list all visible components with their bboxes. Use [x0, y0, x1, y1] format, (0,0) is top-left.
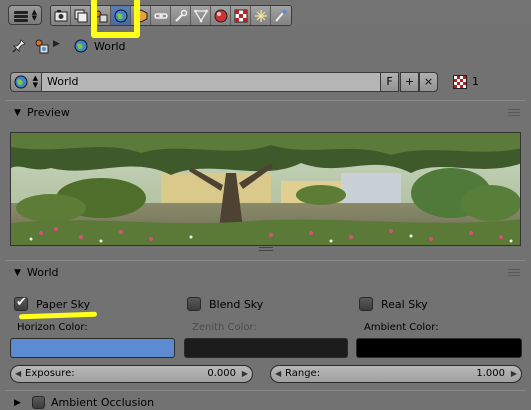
pin-icon[interactable] — [12, 39, 26, 53]
horizon-color-label: Horizon Color: — [17, 322, 88, 333]
real-sky-label: Real Sky — [381, 297, 428, 311]
users-count: 1 — [472, 75, 479, 88]
physics-tab[interactable] — [271, 6, 291, 25]
highlight-underline — [18, 311, 98, 320]
world-icon — [14, 75, 28, 89]
preview-panel-header[interactable]: ▼ Preview — [5, 101, 526, 125]
breadcrumb-world-label: World — [94, 40, 126, 53]
expand-triangle-icon: ▶ — [14, 398, 21, 408]
world-panel-title: World — [27, 266, 59, 279]
world-preview-image — [10, 132, 521, 246]
tree-park-image — [11, 133, 520, 245]
unlink-world-button[interactable]: × — [419, 72, 438, 92]
increment-arrow-icon[interactable]: ▶ — [242, 366, 248, 382]
fake-user-button[interactable]: F — [380, 72, 399, 92]
drag-grip-icon[interactable] — [508, 109, 520, 117]
exposure-field[interactable]: ◀ Exposure: 0.000 ▶ — [10, 365, 253, 383]
zenith-color-swatch[interactable] — [184, 338, 348, 358]
paper-sky-label: Paper Sky — [36, 297, 91, 311]
particles-icon — [254, 9, 267, 22]
preview-title: Preview — [27, 106, 70, 119]
ambient-color-swatch[interactable] — [356, 338, 522, 358]
ambient-color-label: Ambient Color: — [364, 322, 439, 333]
ambient-occlusion-title: Ambient Occlusion — [51, 396, 155, 409]
world-panel: ▼ World Paper Sky Blend Sky Real Sky Hor… — [5, 260, 526, 385]
editor-type-selector[interactable]: ▲ ▼ — [8, 5, 42, 25]
preview-resize-handle[interactable] — [259, 247, 273, 253]
constraints-icon — [153, 12, 168, 19]
zenith-color-label: Zenith Color: — [192, 322, 257, 333]
real-sky-toggle[interactable]: Real Sky — [359, 296, 428, 312]
new-world-button[interactable]: + — [400, 72, 419, 92]
checkbox-icon[interactable] — [359, 297, 373, 311]
modifiers-tab[interactable] — [171, 6, 191, 25]
decrement-arrow-icon[interactable]: ◀ — [15, 366, 21, 382]
texture-tab[interactable] — [231, 6, 251, 25]
users-texture-icon — [453, 75, 467, 89]
physics-icon — [275, 9, 287, 22]
world-browse-button[interactable]: ▲ ▼ — [10, 72, 42, 92]
range-field[interactable]: ◀ Range: 1.000 ▶ — [270, 365, 522, 383]
material-tab[interactable] — [211, 6, 231, 25]
checkbox-icon[interactable] — [32, 396, 45, 409]
horizon-color-swatch[interactable] — [10, 338, 175, 358]
world-icon — [74, 39, 88, 53]
expand-triangle-icon: ▼ — [14, 108, 21, 118]
texture-icon — [234, 9, 247, 22]
render-layers-icon — [74, 9, 87, 22]
highlight-annotation — [91, 0, 140, 38]
chevron-updown-icon: ▲ ▼ — [32, 74, 38, 89]
decrement-arrow-icon[interactable]: ◀ — [275, 366, 281, 382]
world-panel-header[interactable]: ▼ World — [5, 261, 526, 285]
chevron-updown-icon: ▲ ▼ — [31, 8, 37, 22]
checkbox-checked-icon[interactable] — [14, 295, 28, 311]
breadcrumb-arrow-icon: ▶ — [53, 39, 60, 49]
range-label: Range: — [285, 368, 321, 379]
drag-grip-icon[interactable] — [508, 269, 520, 277]
increment-arrow-icon[interactable]: ▶ — [511, 366, 517, 382]
wrench-icon — [174, 9, 187, 22]
range-value: 1.000 — [476, 368, 505, 379]
ambient-occlusion-panel[interactable]: ▶ Ambient Occlusion — [5, 390, 526, 410]
constraints-tab[interactable] — [151, 6, 171, 25]
data-tab[interactable] — [191, 6, 211, 25]
render-layers-tab[interactable] — [71, 6, 91, 25]
render-tab[interactable] — [51, 6, 71, 25]
particles-tab[interactable] — [251, 6, 271, 25]
checkbox-icon[interactable] — [187, 297, 201, 311]
expand-triangle-icon: ▼ — [14, 268, 21, 278]
mesh-data-icon — [193, 9, 208, 22]
preview-panel: ▼ Preview — [5, 100, 526, 262]
scene-icon — [35, 39, 49, 54]
exposure-label: Exposure: — [25, 368, 75, 379]
exposure-value: 0.000 — [207, 368, 236, 379]
blend-sky-label: Blend Sky — [209, 297, 264, 311]
blend-sky-toggle[interactable]: Blend Sky — [187, 296, 263, 312]
context-tabs — [50, 5, 292, 26]
world-name-field[interactable]: World — [42, 72, 387, 92]
properties-editor-icon — [14, 11, 28, 22]
breadcrumb: ▶ World — [0, 34, 531, 58]
material-icon — [214, 9, 227, 22]
paper-sky-toggle[interactable]: Paper Sky — [14, 295, 91, 312]
render-icon — [54, 9, 67, 21]
properties-header: ▲ ▼ — [0, 0, 531, 38]
